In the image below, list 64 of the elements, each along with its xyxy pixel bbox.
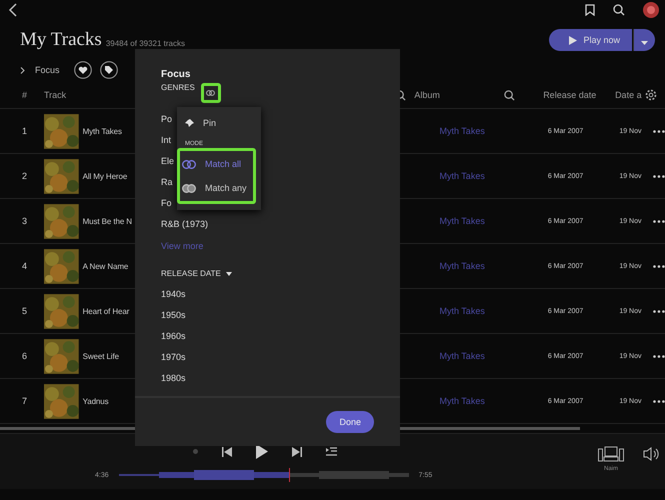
genres-heading[interactable]: GENRES [161,83,195,92]
heart-filter-icon[interactable] [74,61,92,79]
track-number: 5 [21,306,28,316]
decade-option[interactable]: 1970s [161,347,186,368]
next-icon[interactable] [292,446,302,456]
page-title: My Tracks [20,29,102,51]
more-icon[interactable] [653,220,665,222]
column-header[interactable]: # [0,90,44,100]
search-icon[interactable] [504,90,516,100]
more-icon[interactable] [653,310,665,312]
decade-option[interactable]: 1940s [161,284,186,305]
pin-icon [185,118,194,128]
bookmark-icon[interactable] [585,4,595,16]
genre-option[interactable]: Fo [161,193,172,214]
track-number: 4 [21,261,28,271]
previous-icon[interactable] [222,446,232,456]
genre-option[interactable]: R&B (1973) [161,214,208,235]
column-header[interactable]: Date a [615,90,646,100]
more-icon[interactable] [653,174,665,178]
decade-option[interactable]: 1980s [161,368,186,389]
play-now-button[interactable]: Play now [549,29,632,51]
match-mode-icon[interactable] [206,90,216,96]
caret-icon[interactable] [226,272,232,276]
queue-icon[interactable] [326,447,337,456]
play-icon [569,36,578,44]
overlapping-circles-icon [182,184,196,192]
column-header[interactable]: Album [414,90,504,100]
more-icon[interactable] [653,264,665,268]
track-count: 39484 of 39321 tracks [106,39,185,50]
play-icon[interactable] [256,444,268,459]
track-number: 6 [21,351,28,361]
genre-option[interactable]: Po [161,109,172,130]
play-options-button[interactable] [633,29,655,51]
genre-option[interactable]: Int [161,130,172,151]
track-number: 1 [21,126,28,136]
avatar-icon[interactable] [643,2,659,18]
caret-icon [641,40,648,44]
mode-option[interactable]: Match any [180,176,253,200]
more-icon[interactable] [653,130,665,132]
dot-icon [193,449,198,454]
mode-option[interactable]: Match all [180,152,253,176]
decade-option[interactable]: 1960s [161,326,186,347]
settings-icon[interactable] [645,89,657,101]
track-number: 7 [21,396,28,406]
chevron-icon[interactable] [20,66,25,74]
back-icon[interactable] [8,3,18,17]
release-date-heading[interactable]: RELEASE DATE [161,269,221,278]
done-button[interactable]: Done [326,411,374,433]
volume-icon[interactable] [643,447,659,461]
track-number: 3 [21,216,28,226]
dialog-title: Focus [161,69,190,80]
genre-option[interactable]: Ra [161,172,173,193]
column-header[interactable]: Release date [543,90,616,100]
decade-option[interactable]: 1950s [161,305,186,326]
focus-toggle[interactable]: Focus [35,65,60,75]
more-icon[interactable] [653,354,665,358]
genre-option[interactable]: Ele [161,151,174,172]
track-number: 2 [21,171,28,181]
overlapping-circles-icon [182,160,196,168]
tag-filter-icon[interactable] [100,61,118,79]
pin-option[interactable]: Pin [177,111,261,135]
search-icon[interactable] [613,4,625,16]
speaker-system-icon[interactable] [598,446,624,462]
more-icon[interactable] [653,400,665,402]
